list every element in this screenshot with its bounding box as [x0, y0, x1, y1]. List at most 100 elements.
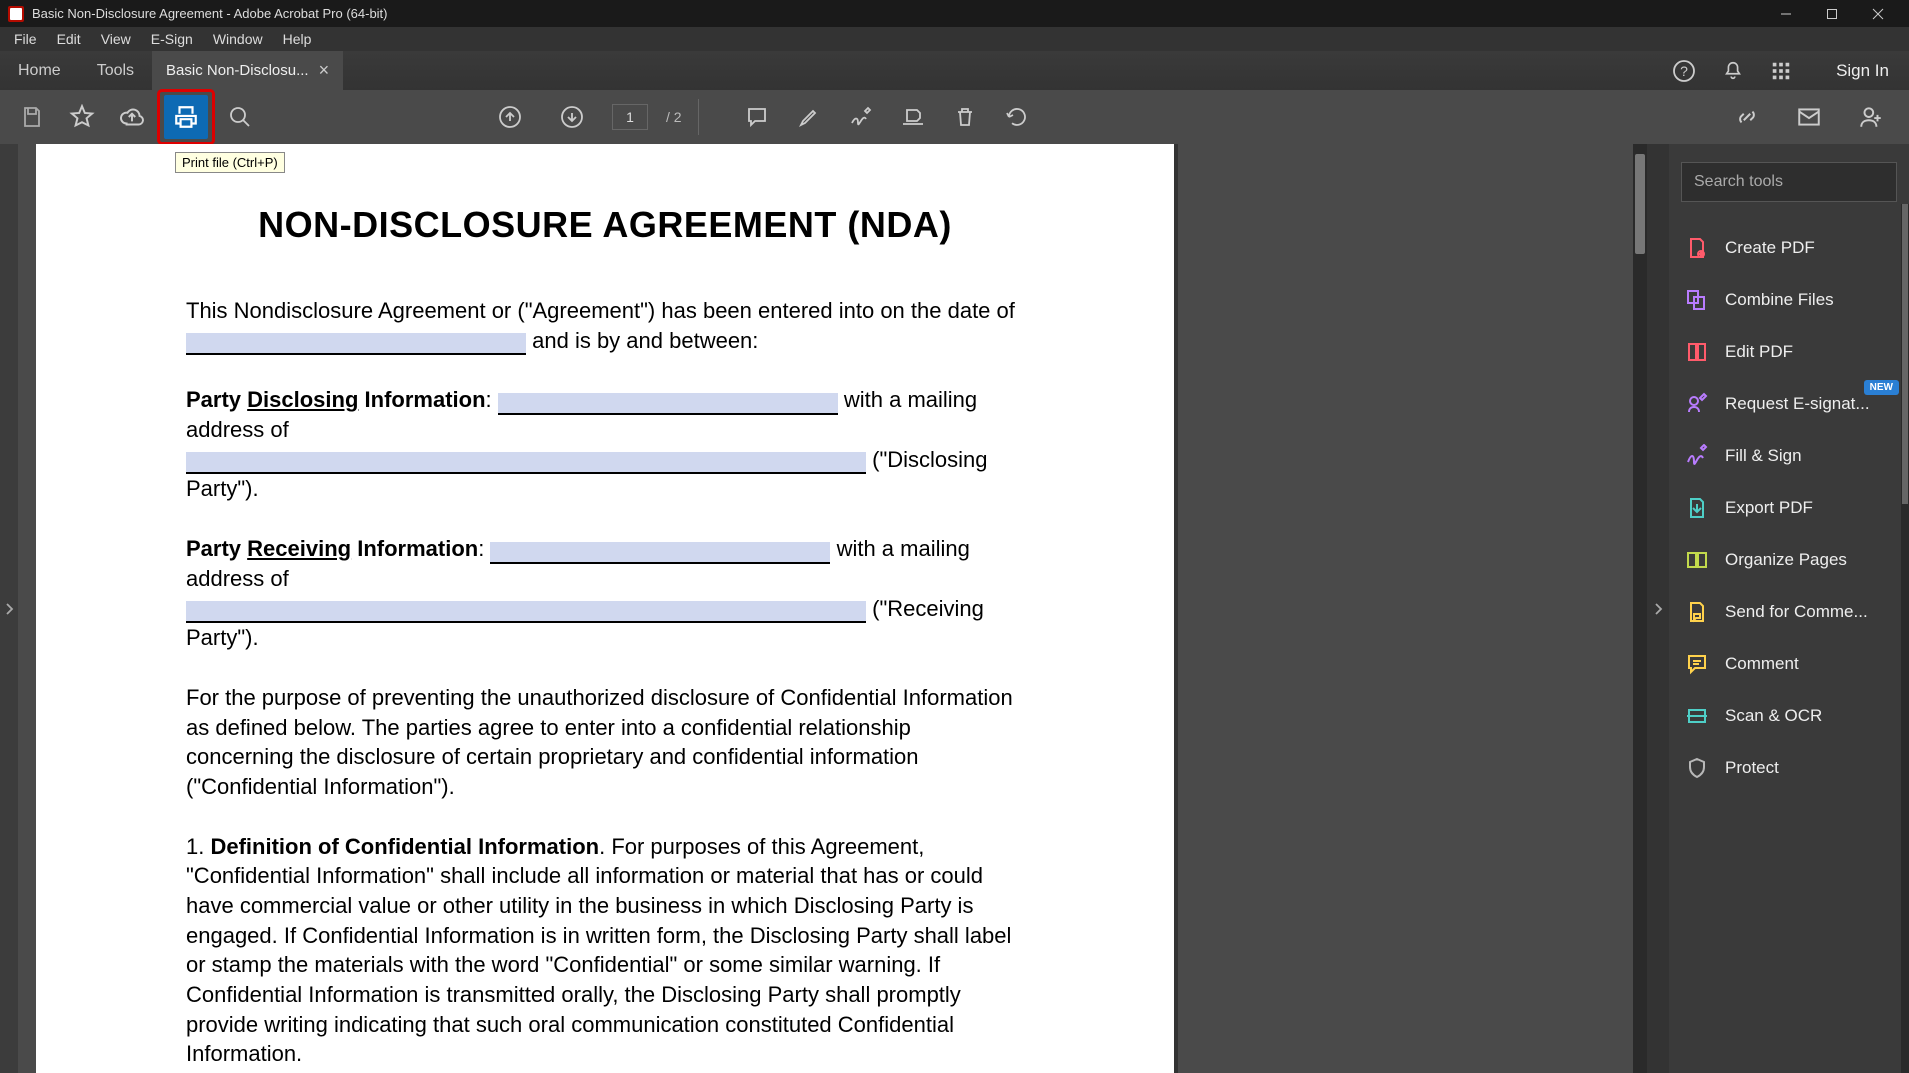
tool-item-scan[interactable]: Scan & OCR	[1669, 690, 1909, 742]
menu-file[interactable]: File	[4, 29, 47, 49]
panel-scrollbar[interactable]	[1901, 204, 1909, 1073]
search-tools-input[interactable]: Search tools	[1681, 162, 1897, 202]
tool-item-label: Organize Pages	[1725, 550, 1847, 570]
receiving-address-field[interactable]	[186, 601, 866, 623]
doc-p5a: 1.	[186, 834, 210, 859]
menu-view[interactable]: View	[91, 29, 141, 49]
stamp-icon[interactable]	[891, 95, 935, 139]
tool-item-fill-sign[interactable]: Fill & Sign	[1669, 430, 1909, 482]
tool-item-label: Edit PDF	[1725, 342, 1793, 362]
send-comment-icon	[1685, 600, 1709, 624]
email-icon[interactable]	[1787, 95, 1831, 139]
page-down-icon[interactable]	[550, 95, 594, 139]
toolbar-separator	[698, 99, 699, 135]
sign-in-button[interactable]: Sign In	[1816, 51, 1909, 90]
right-panel-toggle[interactable]	[1647, 144, 1669, 1073]
print-button[interactable]	[164, 95, 208, 139]
notifications-icon[interactable]	[1722, 60, 1744, 82]
tool-item-label: Combine Files	[1725, 290, 1834, 310]
tab-bar: Home Tools Basic Non-Disclosu... × ? Sig…	[0, 51, 1909, 90]
delete-icon[interactable]	[943, 95, 987, 139]
signature-icon	[1685, 392, 1709, 416]
doc-p2c: Information	[358, 387, 485, 412]
disclosing-name-field[interactable]	[498, 393, 838, 415]
scan-icon	[1685, 704, 1709, 728]
tool-item-comment[interactable]: Comment	[1669, 638, 1909, 690]
tool-item-combine[interactable]: Combine Files	[1669, 274, 1909, 326]
tool-item-label: Request E-signat...	[1725, 394, 1870, 414]
protect-icon	[1685, 756, 1709, 780]
help-icon[interactable]: ?	[1672, 59, 1696, 83]
page-total-label: / 2	[666, 109, 682, 125]
tool-item-protect[interactable]: Protect	[1669, 742, 1909, 794]
comment-note-icon[interactable]	[735, 95, 779, 139]
document-scrollbar[interactable]	[1633, 144, 1647, 1073]
new-badge: NEW	[1864, 380, 1899, 395]
page-number-input[interactable]	[612, 104, 648, 130]
tool-item-label: Protect	[1725, 758, 1779, 778]
tools-tab[interactable]: Tools	[79, 51, 152, 90]
toolbar: / 2	[0, 90, 1909, 144]
doc-p4: For the purpose of preventing the unauth…	[186, 683, 1024, 802]
save-icon[interactable]	[10, 95, 54, 139]
export-icon	[1685, 496, 1709, 520]
home-tab[interactable]: Home	[0, 51, 79, 90]
highlight-icon[interactable]	[787, 95, 831, 139]
menu-bar: File Edit View E-Sign Window Help	[0, 27, 1909, 51]
minimize-button[interactable]	[1763, 0, 1809, 27]
doc-p3a: Party	[186, 536, 247, 561]
doc-p2d: :	[486, 387, 498, 412]
tools-panel: Search tools Create PDF Combine Files Edit…	[1669, 144, 1909, 1073]
window-controls	[1763, 0, 1901, 27]
date-field[interactable]	[186, 333, 526, 355]
document-viewport[interactable]: NON-DISCLOSURE AGREEMENT (NDA) This Nond…	[18, 144, 1647, 1073]
tool-item-organize[interactable]: Organize Pages	[1669, 534, 1909, 586]
edit-pdf-icon	[1685, 340, 1709, 364]
tool-item-signature[interactable]: Request E-signat...NEW	[1669, 378, 1909, 430]
maximize-button[interactable]	[1809, 0, 1855, 27]
pdf-page: NON-DISCLOSURE AGREEMENT (NDA) This Nond…	[36, 144, 1174, 1073]
menu-help[interactable]: Help	[273, 29, 322, 49]
tool-item-send-comment[interactable]: Send for Comme...	[1669, 586, 1909, 638]
page-up-icon[interactable]	[488, 95, 532, 139]
organize-icon	[1685, 548, 1709, 572]
document-tab-label: Basic Non-Disclosu...	[166, 62, 309, 79]
left-panel-toggle[interactable]	[0, 144, 18, 1073]
link-icon[interactable]	[1725, 95, 1769, 139]
tool-item-create-pdf[interactable]: Create PDF	[1669, 222, 1909, 274]
sign-icon[interactable]	[839, 95, 883, 139]
tool-item-label: Create PDF	[1725, 238, 1815, 258]
tool-item-export[interactable]: Export PDF	[1669, 482, 1909, 534]
doc-p3b: Receiving	[247, 536, 351, 561]
share-user-icon[interactable]	[1849, 95, 1893, 139]
close-tab-icon[interactable]: ×	[319, 60, 330, 81]
star-icon[interactable]	[60, 95, 104, 139]
document-tab[interactable]: Basic Non-Disclosu... ×	[152, 51, 343, 90]
menu-window[interactable]: Window	[203, 29, 273, 49]
create-pdf-icon	[1685, 236, 1709, 260]
doc-p5c: . For purposes of this Agreement, "Confi…	[186, 834, 1011, 1067]
rotate-icon[interactable]	[995, 95, 1039, 139]
cloud-upload-icon[interactable]	[110, 95, 154, 139]
tool-item-label: Comment	[1725, 654, 1799, 674]
tool-item-edit-pdf[interactable]: Edit PDF	[1669, 326, 1909, 378]
title-bar: Basic Non-Disclosure Agreement - Adobe A…	[0, 0, 1909, 27]
window-title: Basic Non-Disclosure Agreement - Adobe A…	[32, 6, 388, 21]
menu-esign[interactable]: E-Sign	[141, 29, 203, 49]
doc-p3c: Information	[351, 536, 478, 561]
tool-item-label: Fill & Sign	[1725, 446, 1802, 466]
app-icon	[8, 6, 24, 22]
combine-icon	[1685, 288, 1709, 312]
doc-p2b: Disclosing	[247, 387, 358, 412]
apps-icon[interactable]	[1770, 60, 1792, 82]
svg-text:?: ?	[1680, 63, 1688, 79]
menu-edit[interactable]: Edit	[47, 29, 91, 49]
doc-p3d: :	[478, 536, 490, 561]
search-icon[interactable]	[218, 95, 262, 139]
close-button[interactable]	[1855, 0, 1901, 27]
print-tooltip: Print file (Ctrl+P)	[175, 152, 285, 173]
tool-item-label: Scan & OCR	[1725, 706, 1822, 726]
doc-p5b: Definition of Confidential Information	[210, 834, 599, 859]
disclosing-address-field[interactable]	[186, 452, 866, 474]
receiving-name-field[interactable]	[490, 542, 830, 564]
